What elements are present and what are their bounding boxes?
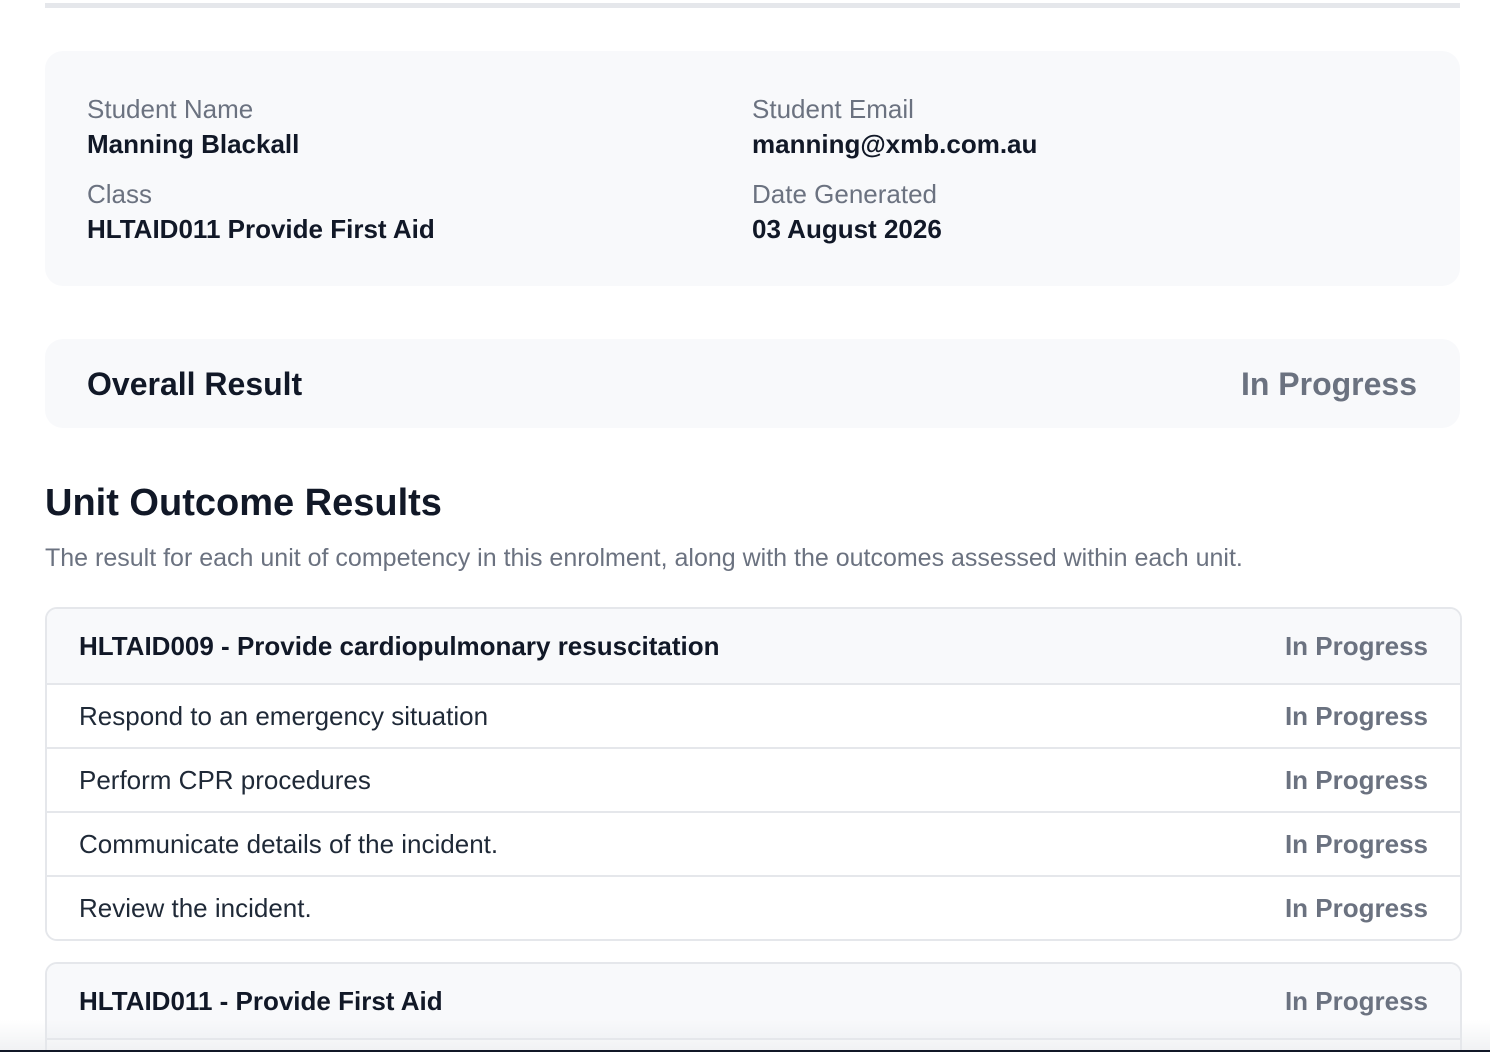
student-email-field: Student Email manning@xmb.com.au bbox=[752, 94, 1037, 159]
student-email-value: manning@xmb.com.au bbox=[752, 129, 1038, 159]
date-generated-value: 03 August 2026 bbox=[752, 214, 942, 244]
unit-title: HLTAID009 - Provide cardiopulmonary resu… bbox=[79, 631, 720, 661]
student-name-field: Student Name Manning Blackall bbox=[87, 94, 299, 159]
date-generated-label: Date Generated bbox=[752, 179, 938, 209]
outcome-status: In Progress bbox=[1284, 893, 1428, 923]
overall-result-status: In Progress bbox=[1240, 366, 1417, 402]
outcome-status: In Progress bbox=[1284, 701, 1428, 731]
student-info-card: Student Name Manning Blackall Student Em… bbox=[45, 51, 1460, 286]
unit-header: HLTAID011 - Provide First Aid In Progres… bbox=[47, 964, 1460, 1040]
outcome-status: In Progress bbox=[1284, 829, 1428, 859]
outcome-label: Review the incident. bbox=[79, 893, 312, 923]
outcome-status: In Progress bbox=[1284, 765, 1428, 795]
unit-outcomes-title: Unit Outcome Results bbox=[45, 482, 442, 524]
unit-outcomes-description: The result for each unit of competency i… bbox=[45, 544, 1243, 572]
overall-result-card: Overall Result In Progress bbox=[45, 339, 1460, 428]
date-generated-field: Date Generated 03 August 2026 bbox=[752, 179, 942, 244]
outcome-label: Communicate details of the incident. bbox=[79, 829, 499, 859]
outcome-row: Communicate details of the incident. In … bbox=[47, 813, 1460, 877]
report-page: Student Name Manning Blackall Student Em… bbox=[0, 0, 1490, 1052]
class-value: HLTAID011 Provide First Aid bbox=[87, 214, 435, 244]
outcome-row: Review the incident. In Progress bbox=[47, 877, 1460, 939]
class-label: Class bbox=[87, 179, 153, 209]
class-field: Class HLTAID011 Provide First Aid bbox=[87, 179, 435, 244]
unit-status: In Progress bbox=[1284, 631, 1428, 661]
unit-header: HLTAID009 - Provide cardiopulmonary resu… bbox=[47, 609, 1460, 685]
overall-result-label: Overall Result bbox=[87, 366, 303, 402]
unit-card-hltaid009: HLTAID009 - Provide cardiopulmonary resu… bbox=[45, 607, 1462, 941]
unit-title: HLTAID011 - Provide First Aid bbox=[79, 986, 443, 1016]
student-name-label: Student Name bbox=[87, 94, 254, 124]
outcome-label: Perform CPR procedures bbox=[79, 765, 371, 795]
student-email-label: Student Email bbox=[752, 94, 914, 124]
top-divider bbox=[45, 3, 1460, 8]
outcome-label: Respond to an emergency situation bbox=[79, 701, 489, 731]
outcome-row: Respond to an emergency situation In Pro… bbox=[47, 685, 1460, 749]
outcome-row: Perform CPR procedures In Progress bbox=[47, 749, 1460, 813]
unit-status: In Progress bbox=[1284, 986, 1428, 1016]
student-name-value: Manning Blackall bbox=[87, 129, 300, 159]
unit-card-hltaid011: HLTAID011 - Provide First Aid In Progres… bbox=[45, 962, 1462, 1052]
